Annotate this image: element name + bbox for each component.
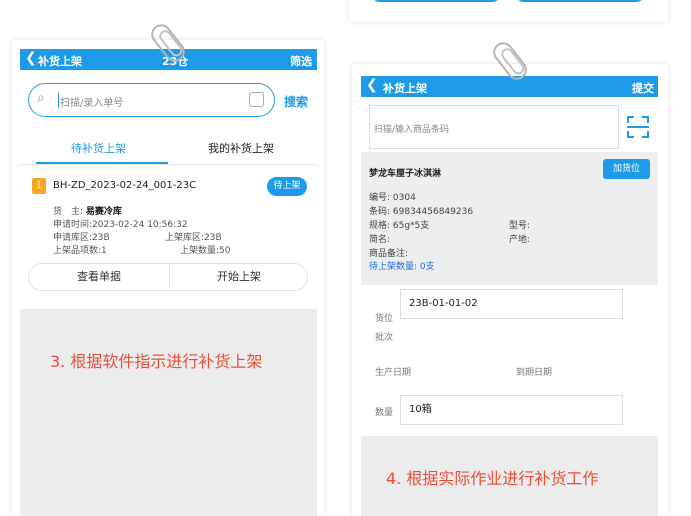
tab-pending[interactable]: 待补货上架 xyxy=(71,140,126,156)
right-phone-screen: ❮ 补货上架 提交 扫描/输入商品条码 梦龙车厘子冰淇淋 加货位 编号: 030… xyxy=(352,64,668,516)
quantity-label: 数量 xyxy=(375,408,394,418)
search-placeholder: 扫描/录入单号 xyxy=(60,98,124,109)
scan-icon[interactable] xyxy=(627,116,649,138)
scan-corner xyxy=(642,131,649,138)
shelving-form: 货位 23B-01-01-02 批次 生产日期 到期日期 数量 10箱 xyxy=(361,285,658,433)
product-spec: 规格: 65g*5支 xyxy=(369,221,430,231)
mfg-date-label[interactable]: 生产日期 xyxy=(375,365,411,378)
status-badge[interactable]: 待上架 xyxy=(267,177,307,196)
text-cursor xyxy=(58,93,59,108)
previous-step-card xyxy=(349,0,668,22)
add-location-button[interactable]: 加货位 xyxy=(603,159,650,179)
product-name: 梦龙车厘子冰淇淋 xyxy=(369,169,442,179)
search-icon: ⌕ xyxy=(37,90,45,106)
page-title: 补货上架 xyxy=(38,55,82,68)
location-label: 货位 xyxy=(375,314,394,324)
order-index-badge: 1 xyxy=(32,178,46,194)
step-caption: 4. 根据实际作业进行补货工作 xyxy=(386,469,599,488)
scan-corner xyxy=(627,131,634,138)
scan-icon[interactable] xyxy=(249,92,264,107)
search-button[interactable]: 搜索 xyxy=(284,93,308,110)
submit-button[interactable]: 提交 xyxy=(632,80,654,96)
caption-panel: 3. 根据软件指示进行补货上架 xyxy=(20,309,317,516)
start-shelving-button[interactable]: 开始上架 xyxy=(169,264,308,290)
caption-panel: 4. 根据实际作业进行补货工作 xyxy=(361,436,658,516)
search-input[interactable]: ⌕ 扫描/录入单号 xyxy=(28,83,275,117)
quantity-field[interactable]: 10箱 xyxy=(400,395,623,425)
back-icon[interactable]: ❮ xyxy=(25,50,37,66)
page-title: 补货上架 xyxy=(383,82,427,95)
scan-corner xyxy=(642,116,649,123)
batch-label: 批次 xyxy=(375,333,394,343)
apply-area: 申请库区:23B xyxy=(53,233,110,243)
app-header: ❮ 补货上架 提交 xyxy=(361,76,658,97)
outline-button[interactable] xyxy=(371,0,501,2)
product-code: 编号: 0304 xyxy=(369,193,416,203)
barcode-placeholder: 扫描/输入商品条码 xyxy=(374,125,450,135)
divider xyxy=(20,164,317,165)
apply-time: 申请时间:2023-02-24 10:56:32 xyxy=(53,220,188,230)
order-code: BH-ZD_2023-02-24_001-23C xyxy=(53,180,197,191)
pending-qty: 待上架数量: 0支 xyxy=(369,262,435,272)
location-field[interactable]: 23B-01-01-02 xyxy=(400,289,623,319)
product-model: 型号: xyxy=(509,221,531,231)
scan-line xyxy=(627,126,649,128)
owner-line: 货 主: 易赛冷库 xyxy=(53,204,122,217)
order-actions: 查看单据 开始上架 xyxy=(28,263,308,291)
shelf-qty: 上架数量:50 xyxy=(180,246,231,256)
item-count: 上架品项数:1 xyxy=(53,246,107,256)
filter-button[interactable]: 筛选 xyxy=(290,53,312,69)
product-remark: 商品备注: xyxy=(369,249,409,259)
product-short-name: 简名: xyxy=(369,235,391,245)
owner-label: 货 主: xyxy=(53,207,84,217)
left-phone-screen: ❮ 补货上架 23仓 筛选 ⌕ 扫描/录入单号 搜索 待补货上架 我的补货上架 … xyxy=(12,40,324,516)
view-document-button[interactable]: 查看单据 xyxy=(29,264,169,290)
product-info-panel: 梦龙车厘子冰淇淋 加货位 编号: 0304 条码: 69834456849236… xyxy=(361,152,658,285)
exp-date-label[interactable]: 到期日期 xyxy=(516,365,552,378)
product-origin: 产地: xyxy=(509,235,531,245)
tab-mine[interactable]: 我的补货上架 xyxy=(208,140,274,156)
filled-button[interactable] xyxy=(515,0,645,2)
scan-corner xyxy=(627,116,634,123)
shelf-area: 上架库区:23B xyxy=(165,233,222,243)
owner-value: 易赛冷库 xyxy=(85,207,122,217)
back-icon[interactable]: ❮ xyxy=(366,77,378,93)
tab-bar: 待补货上架 我的补货上架 xyxy=(20,132,317,165)
barcode-input[interactable]: 扫描/输入商品条码 xyxy=(369,105,619,149)
product-barcode: 条码: 69834456849236 xyxy=(369,207,474,217)
step-caption: 3. 根据软件指示进行补货上架 xyxy=(50,352,263,371)
